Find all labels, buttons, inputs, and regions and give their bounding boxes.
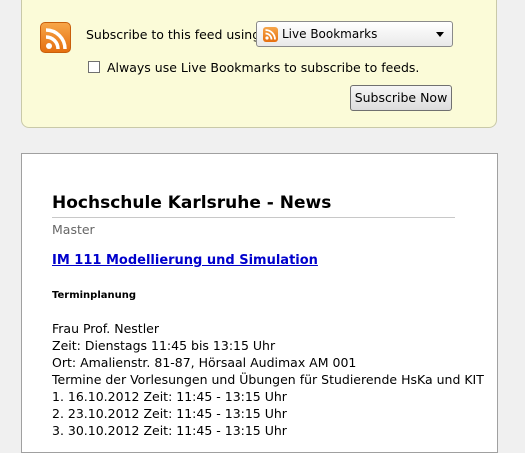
feed-subtitle: Master <box>52 222 95 237</box>
feed-icon <box>263 27 278 42</box>
entry-line: 2. 23.10.2012 Zeit: 11:45 - 13:15 Uhr <box>52 406 287 421</box>
entry-line: 1. 16.10.2012 Zeit: 11:45 - 13:15 Uhr <box>52 389 287 404</box>
entry-line: Frau Prof. Nestler <box>52 321 160 336</box>
subscribe-now-button[interactable]: Subscribe Now <box>350 85 452 111</box>
feed-icon <box>40 22 71 53</box>
feed-title: Hochschule Karlsruhe - News <box>52 193 455 218</box>
always-use-label[interactable]: Always use Live Bookmarks to subscribe t… <box>107 60 419 75</box>
entry-line: Ort: Amalienstr. 81-87, Hörsaal Audimax … <box>52 355 357 370</box>
entry-body: Frau Prof. Nestler Zeit: Dienstags 11:45… <box>52 320 492 439</box>
always-use-checkbox[interactable] <box>88 61 100 73</box>
subscribe-prompt: Subscribe to this feed using <box>86 27 261 42</box>
feed-reader-selected: Live Bookmarks <box>282 27 378 41</box>
entry-heading: Terminplanung <box>52 290 137 301</box>
feed-reader-select[interactable]: Live Bookmarks <box>256 21 453 47</box>
entry-link[interactable]: IM 111 Modellierung und Simulation <box>52 253 318 268</box>
dropdown-arrow-icon <box>436 32 444 37</box>
entry-line: Termine der Vorlesungen und Übungen für … <box>52 372 484 387</box>
entry-line: 3. 30.10.2012 Zeit: 11:45 - 13:15 Uhr <box>52 423 287 438</box>
entry-line: Zeit: Dienstags 11:45 bis 13:15 Uhr <box>52 338 276 353</box>
